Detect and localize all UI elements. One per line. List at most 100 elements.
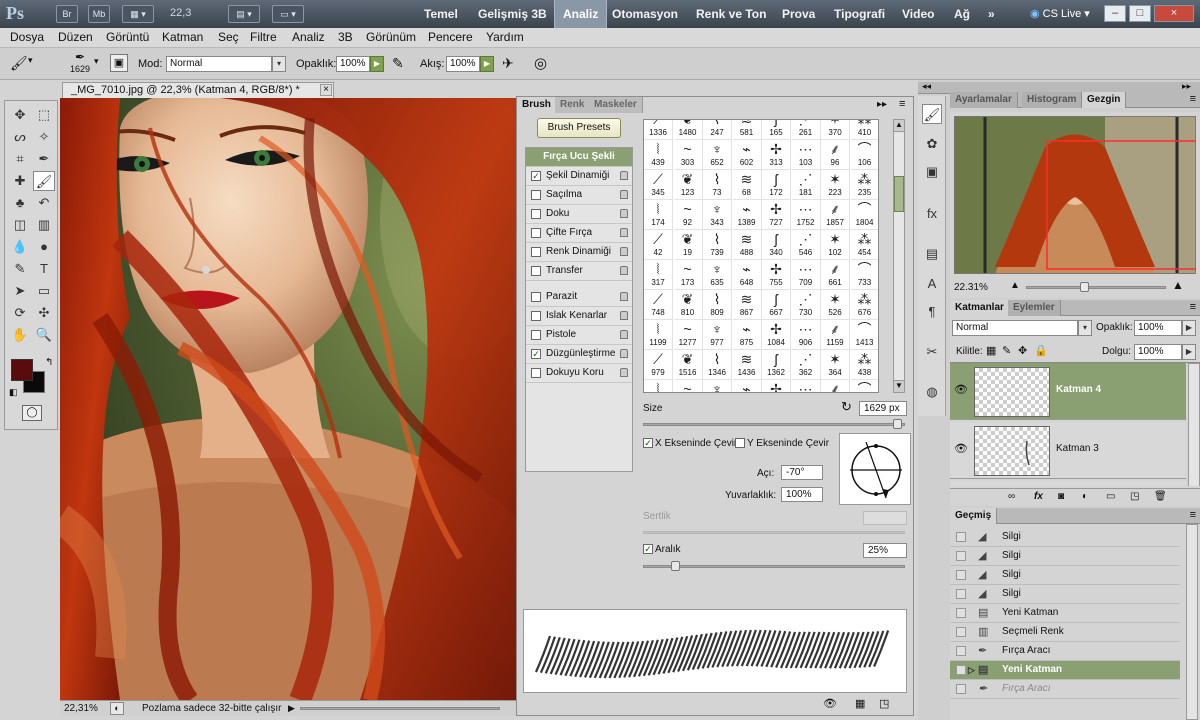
spacing-checkbox[interactable]: ✓ bbox=[643, 544, 653, 554]
hand-icon[interactable]: ✋ bbox=[9, 325, 31, 345]
brush-tip[interactable]: ⦚ 439 bbox=[644, 140, 673, 170]
brush-option-checkbox[interactable] bbox=[531, 190, 541, 200]
brush-option-5[interactable]: Transfer bbox=[526, 262, 632, 281]
status-zoom[interactable]: 22,31% bbox=[64, 701, 98, 716]
character-icon[interactable]: A bbox=[922, 274, 942, 294]
brush-tip[interactable]: ♆ 343 bbox=[703, 200, 732, 230]
brush-tip[interactable]: ✶ 102 bbox=[821, 230, 850, 260]
eraser-icon[interactable]: ◫ bbox=[9, 215, 31, 235]
brush-tip[interactable]: ♆ 635 bbox=[703, 260, 732, 290]
brush-icon[interactable]: 🖌 bbox=[33, 171, 55, 191]
scroll-down-icon[interactable]: ▼ bbox=[894, 380, 904, 392]
menu-item-10[interactable]: Yardım bbox=[486, 30, 524, 44]
quick-select-icon[interactable]: ✧ bbox=[33, 127, 55, 147]
zoom-out-icon[interactable]: ▲ bbox=[1010, 280, 1020, 291]
brush-option-checkbox[interactable] bbox=[531, 311, 541, 321]
roundness-field[interactable]: 100% bbox=[781, 487, 823, 502]
brush-tip[interactable]: ⸙ 661 bbox=[821, 260, 850, 290]
workspace-0[interactable]: Temel bbox=[416, 0, 466, 28]
blend-mode-select[interactable]: Normal bbox=[952, 320, 1078, 336]
lock-position-icon[interactable]: ✥ bbox=[1018, 344, 1027, 357]
tool-preset-icon[interactable]: 🖌 bbox=[10, 55, 28, 72]
healing-icon[interactable]: ✚ bbox=[9, 171, 31, 191]
shape-icon[interactable]: ▭ bbox=[33, 281, 55, 301]
brush-presets-button[interactable]: Brush Presets bbox=[537, 118, 621, 138]
gradient-icon[interactable]: ▥ bbox=[33, 215, 55, 235]
brush-tip[interactable]: ⁂ 235 bbox=[850, 170, 878, 200]
layer-row[interactable]: 👁 Katman 4 bbox=[950, 363, 1186, 420]
layer-style-icon[interactable]: fx bbox=[1034, 491, 1043, 502]
history-item[interactable]: ✒ Fırça Aracı bbox=[950, 642, 1180, 661]
size-field[interactable]: 1629 px bbox=[859, 401, 907, 416]
brush-option-1[interactable]: Saçılma bbox=[526, 186, 632, 205]
history-item[interactable]: ◢ Silgi bbox=[950, 547, 1180, 566]
brush-tip[interactable]: ⦚482 bbox=[644, 380, 673, 392]
view-extras-button[interactable]: ▦ ▾ bbox=[122, 5, 154, 23]
quick-mask-icon[interactable]: ◯ bbox=[22, 405, 42, 421]
status-info-icon[interactable]: ◐ bbox=[110, 702, 124, 715]
fill-field[interactable]: 100% bbox=[1134, 344, 1182, 360]
lasso-icon[interactable]: ᔕ bbox=[9, 127, 31, 147]
workspace-6[interactable]: Tipografi bbox=[826, 0, 893, 28]
brush-tip[interactable]: ⟋ 1336 bbox=[644, 120, 673, 140]
styles-icon[interactable]: fx bbox=[922, 204, 942, 224]
horizontal-scrollbar[interactable] bbox=[300, 707, 500, 710]
brush-tip[interactable]: ✢ 755 bbox=[762, 260, 791, 290]
lock-icon[interactable] bbox=[620, 330, 628, 339]
brush-tip-shape-item[interactable]: Fırça Ucu Şekli bbox=[526, 148, 632, 167]
size-slider-knob[interactable] bbox=[893, 419, 902, 429]
lock-icon[interactable] bbox=[620, 209, 628, 218]
brush-tip[interactable]: ⋯ 709 bbox=[791, 260, 821, 290]
mode-dropdown-icon[interactable]: ▾ bbox=[272, 56, 286, 72]
brush-tip[interactable]: ⌒ 733 bbox=[850, 260, 878, 290]
brush-tip[interactable]: ≋ 867 bbox=[732, 290, 762, 320]
eyedropper-icon[interactable]: ✒ bbox=[33, 149, 55, 169]
3d-icon[interactable]: ◍ bbox=[922, 382, 942, 402]
brush-option-checkbox[interactable] bbox=[531, 368, 541, 378]
paragraph-styles-icon[interactable]: ▤ bbox=[922, 244, 942, 264]
fill-slider-button[interactable]: ▶ bbox=[1182, 344, 1196, 360]
layers-menu-icon[interactable]: ≡ bbox=[1190, 301, 1196, 313]
brush-tip[interactable]: ⦚ 1199 bbox=[644, 320, 673, 350]
history-snapshot-box[interactable] bbox=[956, 646, 966, 656]
angle-roundness-preview[interactable] bbox=[839, 433, 911, 505]
spacing-slider[interactable] bbox=[643, 565, 905, 568]
brush-tip[interactable]: ❦ 19 bbox=[673, 230, 703, 260]
tab-history[interactable]: Geçmiş bbox=[950, 508, 998, 524]
panel-collapse-icon[interactable]: ▸▸ bbox=[877, 99, 887, 110]
layer-opacity-field[interactable]: 100% bbox=[1134, 320, 1182, 336]
brush-tip-scrollbar[interactable]: ▲ ▼ bbox=[893, 119, 905, 393]
type-icon[interactable]: T bbox=[33, 259, 55, 279]
brush-tip[interactable]: ⋯347 bbox=[792, 380, 821, 392]
tab-layers-1[interactable]: Eylemler bbox=[1008, 300, 1061, 316]
flip-y-checkbox[interactable] bbox=[735, 438, 745, 448]
menu-item-8[interactable]: Görünüm bbox=[366, 30, 416, 44]
brush-tip[interactable]: ⌇ 73 bbox=[703, 170, 732, 200]
zoom-level[interactable]: 22,3 bbox=[170, 7, 191, 19]
brush-tip[interactable]: ⟋ 345 bbox=[644, 170, 673, 200]
spacing-slider-knob[interactable] bbox=[671, 561, 680, 571]
brush-tip[interactable]: ⁂ 410 bbox=[850, 120, 878, 140]
brush-tip[interactable]: ⌇ 739 bbox=[703, 230, 732, 260]
mode-select[interactable]: Normal bbox=[166, 56, 272, 72]
menu-item-2[interactable]: Görüntü bbox=[106, 30, 149, 44]
lock-icon[interactable] bbox=[620, 368, 628, 377]
brush-tip[interactable]: ⌇ 809 bbox=[703, 290, 732, 320]
tab-nav-0[interactable]: Ayarlamalar bbox=[950, 92, 1018, 108]
minimize-button[interactable]: – bbox=[1104, 5, 1126, 22]
brush-tip[interactable]: ⋯ 906 bbox=[791, 320, 821, 350]
brush-tip[interactable]: ✢ 313 bbox=[762, 140, 791, 170]
brush-tip[interactable]: ❦ 1516 bbox=[673, 350, 703, 380]
blur-icon[interactable]: 💧 bbox=[9, 237, 31, 257]
brush-tip[interactable]: ⁂ 438 bbox=[850, 350, 878, 380]
brush-tip[interactable]: ⦚ 174 bbox=[644, 200, 673, 230]
document-canvas[interactable] bbox=[60, 98, 516, 700]
brush-tip[interactable]: ✶ 370 bbox=[821, 120, 850, 140]
brush-tip[interactable]: ⸙ 96 bbox=[821, 140, 850, 170]
tab-maskeler[interactable]: Maskeler bbox=[589, 97, 643, 113]
adjustment-layer-icon[interactable]: ◐ bbox=[1082, 491, 1088, 502]
brush-tip[interactable]: ≋ 68 bbox=[732, 170, 762, 200]
workspace-4[interactable]: Renk ve Ton bbox=[688, 0, 774, 28]
brush-option-checkbox[interactable]: ✓ bbox=[531, 349, 541, 359]
lock-all-icon[interactable]: 🔒 bbox=[1034, 344, 1048, 357]
